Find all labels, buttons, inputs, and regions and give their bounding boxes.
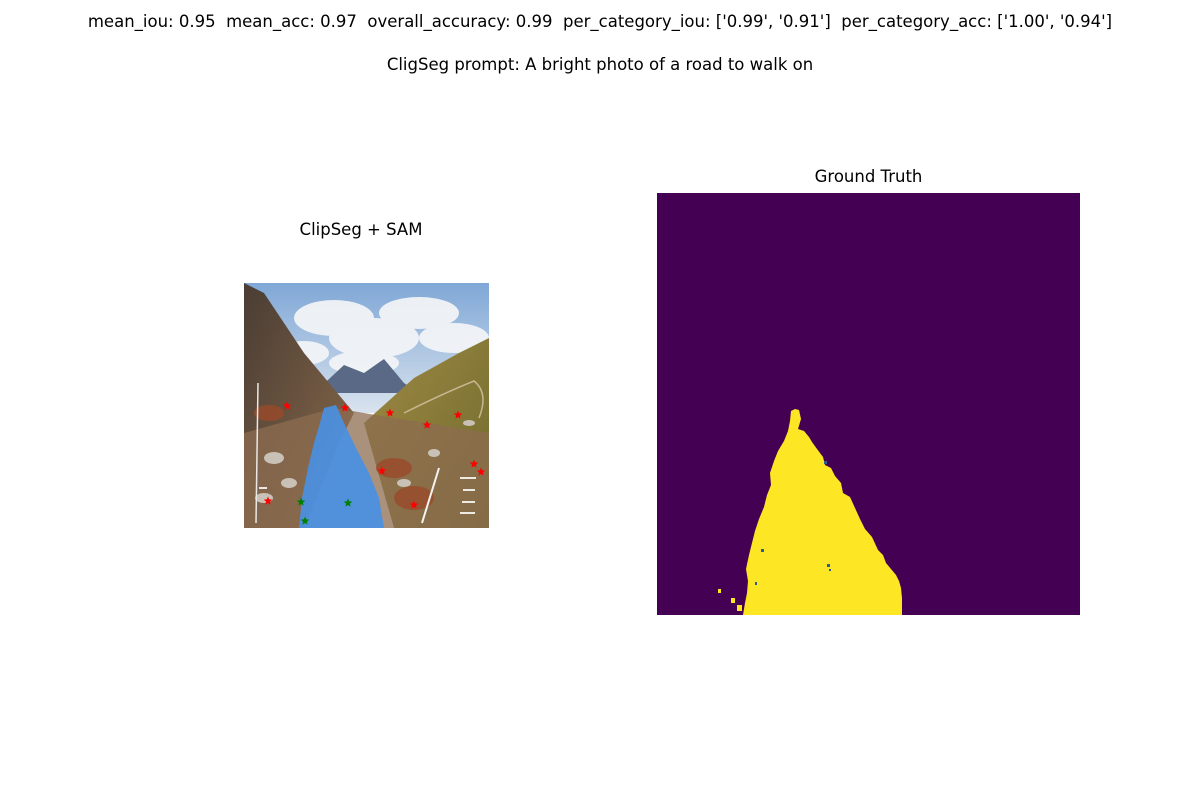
ground-truth-svg (657, 193, 1080, 615)
prompt-header: CligSeg prompt: A bright photo of a road… (386, 55, 814, 74)
right-panel-title: Ground Truth (814, 167, 923, 186)
segmentation-image-svg (244, 283, 489, 528)
left-panel-title: ClipSeg + SAM (299, 220, 423, 239)
ground-truth-image (657, 193, 1080, 615)
metrics-header: mean_iou: 0.95 mean_acc: 0.97 overall_ac… (87, 12, 1113, 31)
segmentation-image (244, 283, 489, 528)
